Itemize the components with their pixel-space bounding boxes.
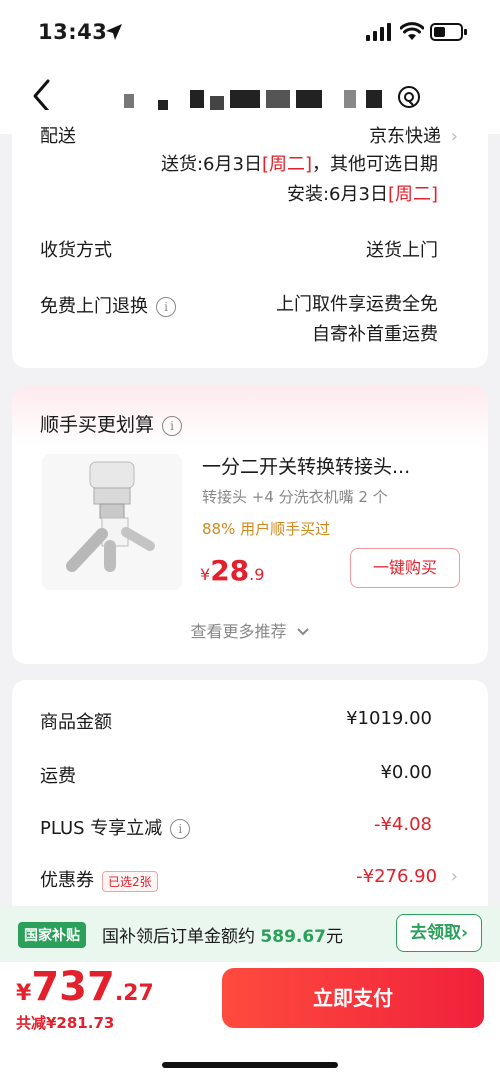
pay-now-button[interactable]: 立即支付 xyxy=(222,968,484,1028)
coupon-label: 优惠券 已选2张 xyxy=(40,866,158,892)
delivery-label: 配送 xyxy=(40,126,76,147)
product-name[interactable]: 一分二开关转换转接头... xyxy=(202,452,410,479)
plus-discount-value: -¥4.08 xyxy=(373,814,432,835)
product-price: ¥28.9 xyxy=(200,554,265,587)
delivery-send-date: 送货:6月3日[周二]，其他可选日期 xyxy=(160,154,438,175)
wifi-icon xyxy=(400,22,424,40)
cellular-signal-icon xyxy=(366,23,391,41)
delivery-card: 配送 京东快递 › 送货:6月3日[周二]，其他可选日期 安装:6月3日[周二]… xyxy=(12,110,488,368)
amount-summary-card: 商品金额 ¥1019.00 运费 ¥0.00 PLUS 专享立减 i -¥4.08… xyxy=(12,680,488,906)
delivery-carrier[interactable]: 京东快递 › xyxy=(369,122,458,148)
national-subsidy-badge: 国家补贴 xyxy=(18,922,86,948)
location-arrow-icon xyxy=(106,24,122,40)
chevron-right-icon: › xyxy=(450,126,458,147)
free-return-label: 免费上门退换 i xyxy=(40,292,176,318)
shipping-label: 运费 xyxy=(40,766,76,787)
recommend-card: 顺手买更划算 i 一分二开关转换转接头... 转接头 +4 分洗衣机嘴 2 个 8… xyxy=(12,386,488,664)
status-bar: 13:43 xyxy=(0,0,500,64)
total-price: ¥737.27 xyxy=(16,964,154,1010)
chevron-right-icon: › xyxy=(460,923,468,943)
one-click-buy-button[interactable]: 一键购买 xyxy=(350,548,460,588)
recommend-title: 顺手买更划算 i xyxy=(40,410,183,437)
info-icon[interactable]: i xyxy=(170,819,191,839)
chevron-right-icon: › xyxy=(450,866,458,887)
coupon-count-tag: 已选2张 xyxy=(102,870,158,892)
customer-service-icon[interactable] xyxy=(396,84,422,110)
home-indicator xyxy=(162,1062,338,1068)
free-return-value-1: 上门取件享运费全免 xyxy=(276,294,438,315)
subsidy-bar: 国家补贴 国补领后订单金额约 589.67元 去领取› xyxy=(0,906,500,962)
pay-bar: ¥737.27 共减¥281.73 立即支付 xyxy=(0,962,500,1082)
product-image[interactable] xyxy=(42,454,182,590)
info-icon[interactable]: i xyxy=(162,415,183,436)
product-stat: 88% 用户顺手买过 xyxy=(202,520,331,538)
receive-method-value[interactable]: 送货上门 xyxy=(366,236,438,262)
back-chevron-icon[interactable] xyxy=(30,78,52,114)
info-icon[interactable]: i xyxy=(156,297,176,317)
chevron-down-icon xyxy=(296,628,309,636)
faucet-adapter-image xyxy=(66,461,155,572)
subsidy-text: 国补领后订单金额约 589.67元 xyxy=(102,927,344,947)
total-saved: 共减¥281.73 xyxy=(16,1014,115,1032)
coupon-value[interactable]: -¥276.90 › xyxy=(356,866,458,887)
goods-amount-value: ¥1019.00 xyxy=(346,708,432,729)
plus-discount-label: PLUS 专享立减 i xyxy=(40,814,191,840)
view-more-recommendations[interactable]: 查看更多推荐 xyxy=(12,618,488,642)
receive-method-label: 收货方式 xyxy=(40,240,112,261)
delivery-install-date: 安装:6月3日[周二] xyxy=(286,184,438,205)
status-time: 13:43 xyxy=(38,20,108,44)
claim-subsidy-button[interactable]: 去领取› xyxy=(396,914,482,952)
goods-amount-label: 商品金额 xyxy=(40,712,112,733)
battery-icon xyxy=(430,23,467,41)
product-spec: 转接头 +4 分洗衣机嘴 2 个 xyxy=(202,488,388,506)
free-return-value-2: 自寄补首重运费 xyxy=(312,324,438,345)
shipping-value: ¥0.00 xyxy=(380,762,432,783)
